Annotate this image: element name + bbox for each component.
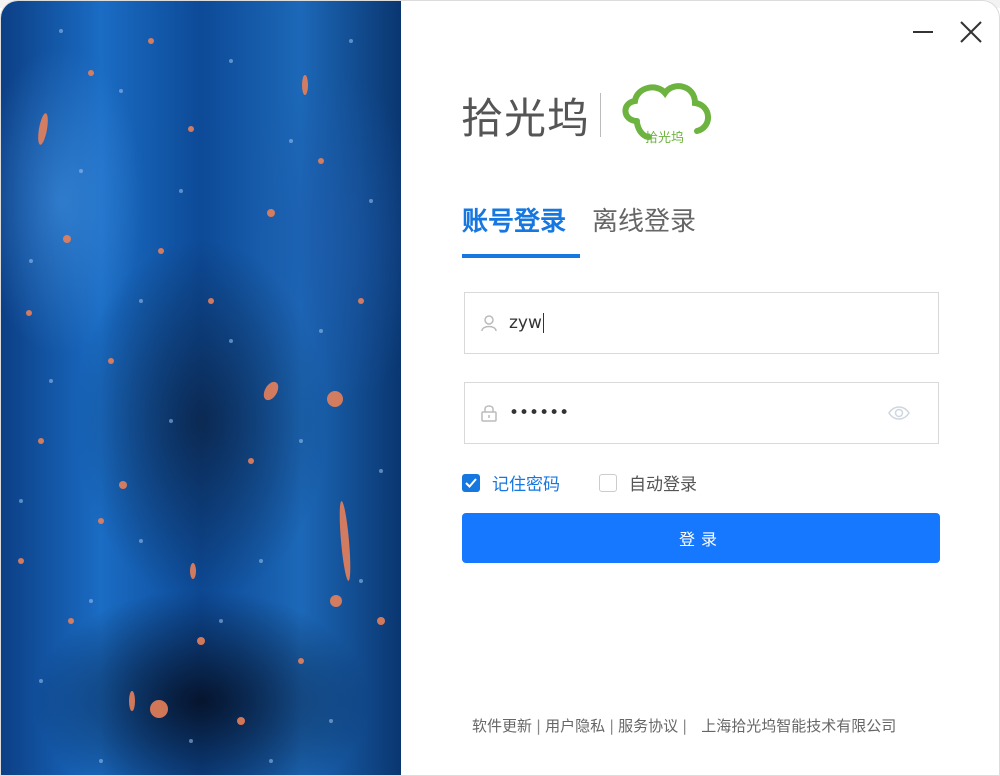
login-button[interactable]: 登录 <box>462 513 940 563</box>
password-field[interactable]: •••••• <box>464 382 939 444</box>
remember-password-checkbox[interactable] <box>462 473 480 492</box>
logo-divider <box>600 93 602 137</box>
login-tabs: 账号登录 离线登录 <box>462 201 708 258</box>
footer-separator: | <box>536 716 542 735</box>
password-value: •••••• <box>509 403 570 423</box>
company-name: 上海拾光坞智能技术有限公司 <box>701 717 897 735</box>
minimize-button[interactable] <box>908 17 938 47</box>
app-logo: 拾光坞 拾光坞 <box>461 81 715 149</box>
close-icon <box>960 21 982 43</box>
auto-login-checkbox[interactable] <box>599 473 617 492</box>
footer-link-service-agreement[interactable]: 服务协议 <box>618 715 678 736</box>
username-field[interactable]: zyw <box>464 292 939 354</box>
eye-icon[interactable] <box>888 403 910 427</box>
auto-login-option[interactable]: 自动登录 <box>599 470 697 495</box>
rain-photo <box>1 1 401 775</box>
minimize-icon <box>913 31 933 33</box>
footer-separator: | <box>682 716 688 735</box>
logo-cloud-label: 拾光坞 <box>645 131 685 146</box>
footer: 软件更新 | 用户隐私 | 服务协议 | 上海拾光坞智能技术有限公司 <box>472 715 896 736</box>
user-icon <box>479 313 499 333</box>
checkmark-icon <box>465 477 477 488</box>
auto-login-label: 自动登录 <box>629 475 697 495</box>
footer-link-software-update[interactable]: 软件更新 <box>472 715 532 736</box>
remember-password-option[interactable]: 记住密码 <box>462 470 560 495</box>
username-value: zyw <box>509 313 542 333</box>
tab-offline-login[interactable]: 离线登录 <box>592 201 696 258</box>
login-window: 拾光坞 拾光坞 账号登录 离线登录 zyw •••••• 记住密码 自动登录 登… <box>0 0 1000 776</box>
text-cursor <box>542 313 544 333</box>
lock-icon <box>479 403 499 423</box>
footer-separator: | <box>609 716 615 735</box>
cloud-logo-icon: 拾光坞 <box>615 81 715 149</box>
tab-account-login[interactable]: 账号登录 <box>462 201 581 258</box>
remember-password-label: 记住密码 <box>492 475 560 495</box>
rain-droplets <box>18 29 385 763</box>
logo-wordmark: 拾光坞 <box>461 93 591 143</box>
footer-link-privacy[interactable]: 用户隐私 <box>545 715 605 736</box>
close-button[interactable] <box>956 17 986 47</box>
